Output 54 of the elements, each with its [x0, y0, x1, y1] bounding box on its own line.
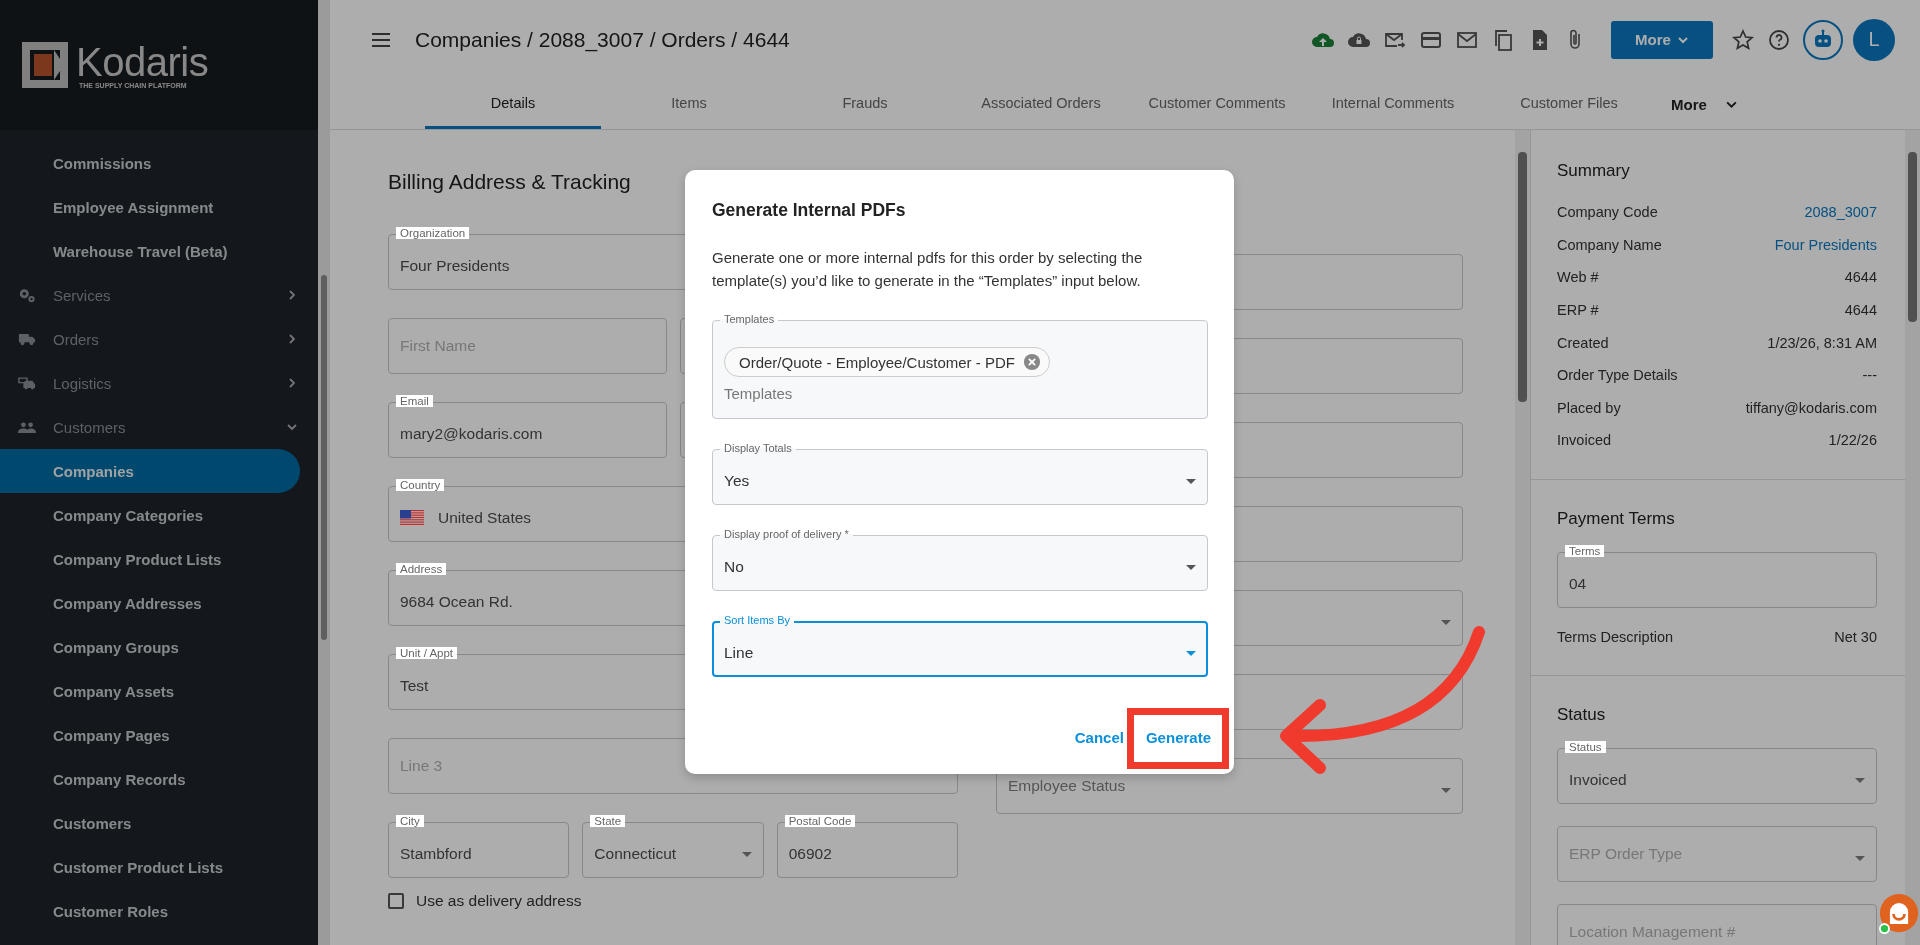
field-value: 04	[1569, 574, 1587, 593]
placeholder-text: Templates	[724, 385, 793, 402]
field-label: City	[396, 815, 424, 827]
panel-title: Payment Terms	[1557, 508, 1676, 529]
terms-value: Net 30	[1834, 629, 1877, 646]
dialog-title: Generate Internal PDFs	[712, 200, 907, 220]
summary-value: 1/22/26	[1828, 432, 1877, 449]
field-label: Terms	[1565, 544, 1605, 557]
field-label: Postal Code	[784, 815, 856, 827]
field-label: Templates	[720, 313, 779, 325]
field-value: Four Presidents	[400, 257, 510, 275]
field-value: Invoiced	[1569, 771, 1627, 790]
field-label: Display Totals	[720, 442, 796, 454]
field-label: Sort Items By	[720, 614, 795, 626]
checkbox-label: Use as delivery address	[416, 892, 582, 910]
panel-title: Summary	[1557, 161, 1631, 181]
field-value: United States	[438, 509, 532, 527]
field-value: Test	[400, 677, 429, 695]
summary-value: 4644	[1844, 302, 1877, 319]
dialog-description: Generate one or more internal pdfs for this order by selecting the template(s) you’d like to generate in the “Templates” input below.	[712, 248, 1144, 291]
field-value: Connecticut	[594, 845, 677, 863]
field-label: Country	[396, 479, 445, 491]
field-label: Email	[396, 395, 433, 407]
summary-value: 4644	[1844, 269, 1877, 286]
panel-title: Status	[1557, 705, 1607, 726]
field-value: No	[724, 558, 744, 576]
summary-label: Company Code	[1557, 204, 1658, 221]
summary-value: ---	[1862, 367, 1877, 384]
field-label: Organization	[396, 227, 470, 239]
breadcrumb: Companies / 2088_3007 / Orders / 4644	[415, 27, 790, 52]
field-label: Address	[396, 563, 447, 575]
summary-value: 1/23/26, 8:31 AM	[1767, 334, 1877, 351]
terms-label: Terms Description	[1557, 629, 1674, 646]
summary-label: ERP #	[1557, 302, 1599, 319]
summary-label: Invoiced	[1557, 432, 1611, 449]
logo-wordmark: Kodaris	[76, 41, 209, 82]
field-value: mary2@kodaris.com	[400, 425, 543, 443]
field-placeholder: Employee Status	[1008, 777, 1126, 796]
summary-label: Company Name	[1557, 236, 1662, 253]
field-value: 9684 Ocean Rd.	[400, 593, 513, 611]
section-title: Billing Address & Tracking	[388, 170, 631, 194]
field-value: Stambford	[400, 845, 472, 863]
field-label: Display proof of delivery *	[720, 528, 853, 540]
field-value: Line	[724, 644, 754, 662]
summary-label: Placed by	[1557, 399, 1621, 416]
field-label: Unit / Appt	[396, 647, 458, 659]
field-value: 06902	[788, 845, 832, 863]
field-label: Status	[1565, 741, 1606, 754]
field-value: Yes	[724, 472, 750, 490]
summary-label: Order Type Details	[1557, 367, 1678, 384]
field-label: State	[590, 815, 626, 827]
summary-value: tiffany@kodaris.com	[1745, 399, 1877, 416]
summary-label: Created	[1557, 334, 1609, 351]
summary-label: Web #	[1557, 269, 1599, 286]
